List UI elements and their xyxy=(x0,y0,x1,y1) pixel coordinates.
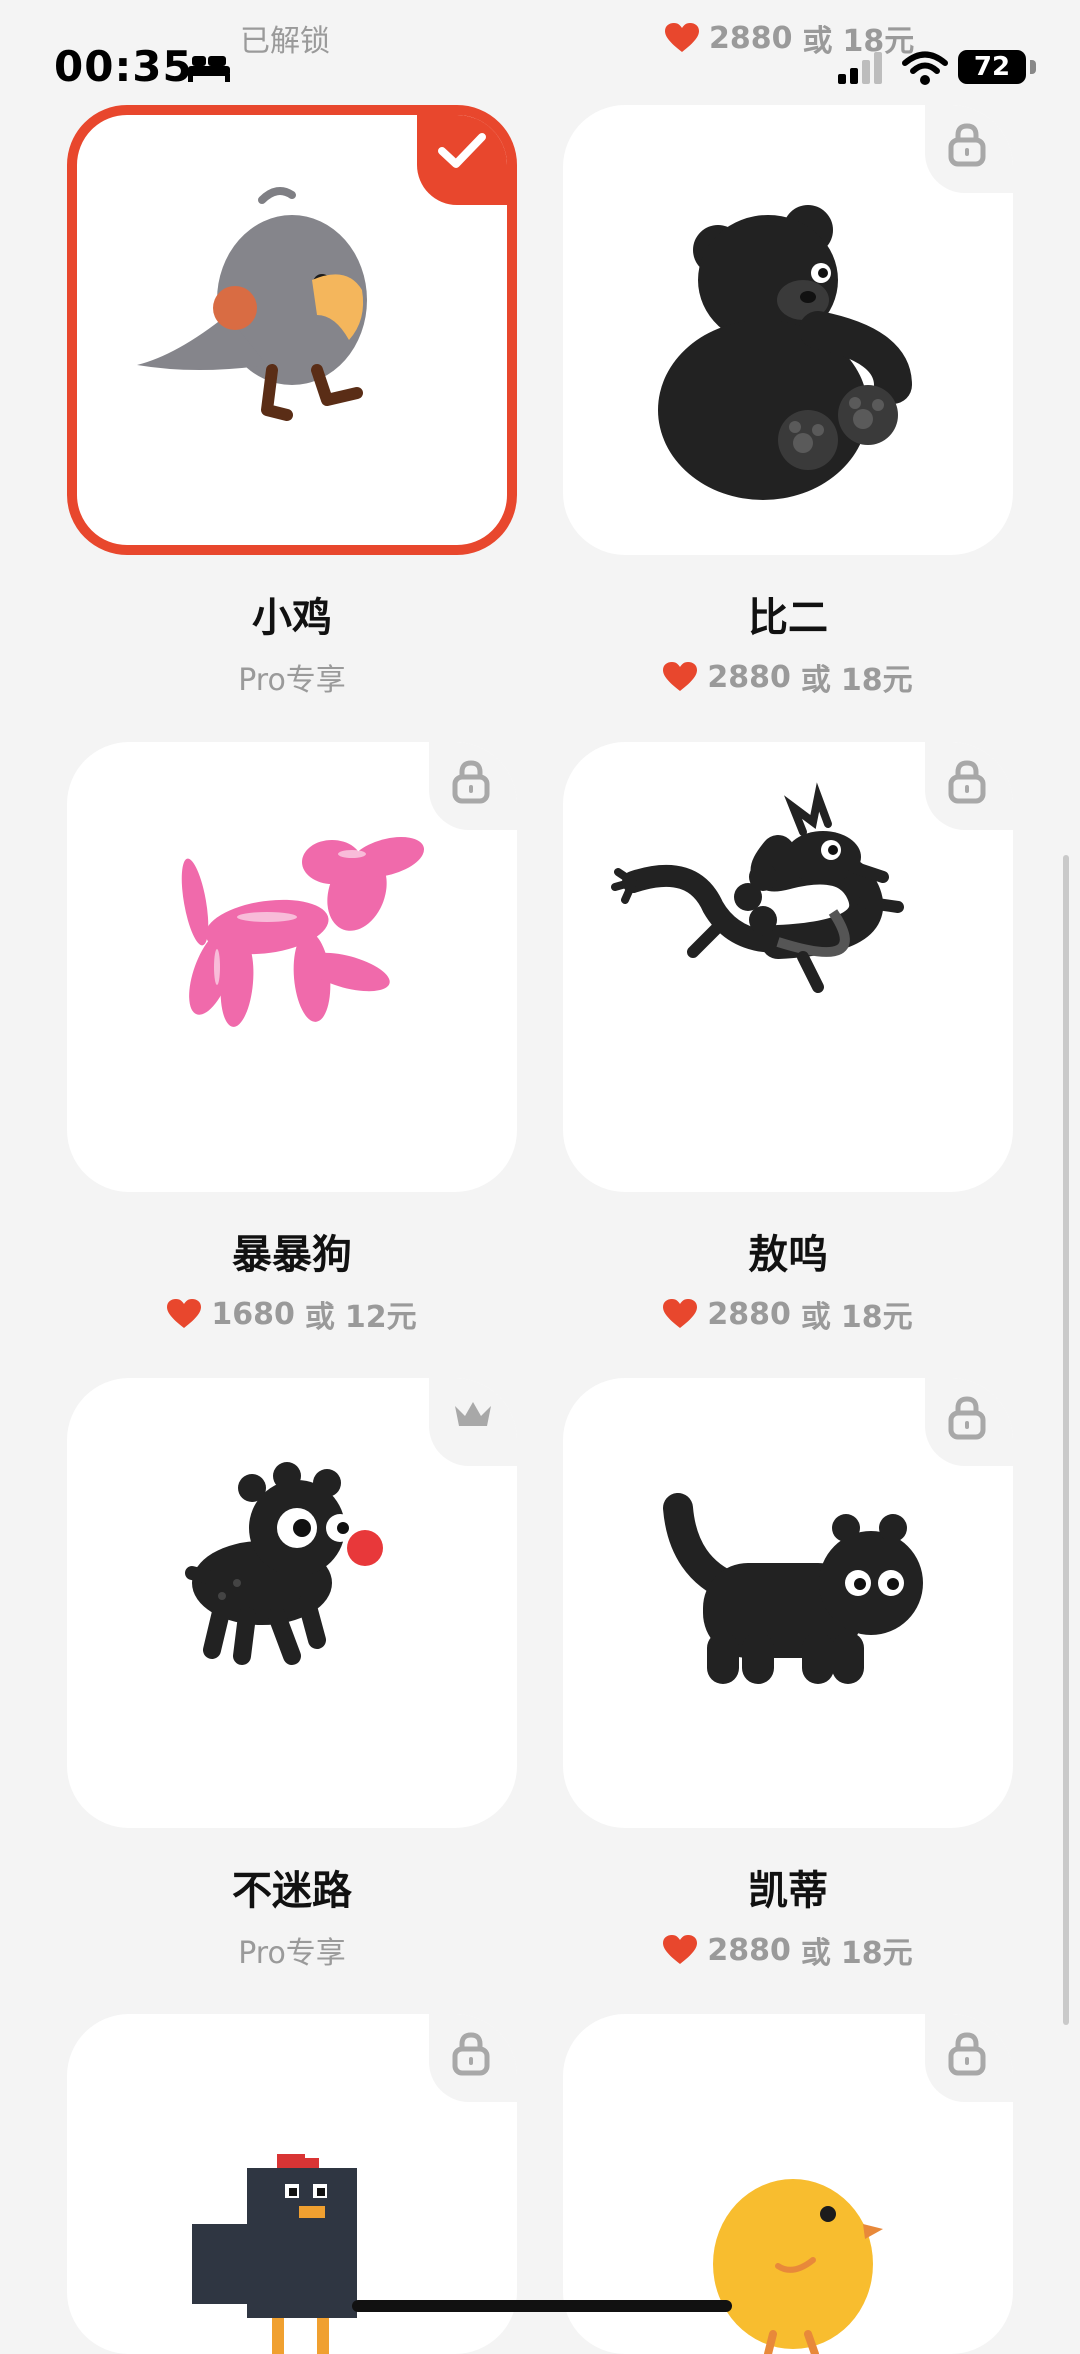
checkmark-icon xyxy=(438,133,486,168)
lock-icon xyxy=(948,760,986,804)
pet-name: 敖呜 xyxy=(748,1232,828,1278)
price-hearts: 2880 xyxy=(707,1932,791,1968)
price-or: 或 xyxy=(304,1300,335,1335)
lock-badge xyxy=(925,1378,1013,1466)
price-money: 18元 xyxy=(842,24,915,59)
pet-price: 2880 或 18元 xyxy=(563,1292,1013,1336)
pet-card-baobaogou[interactable] xyxy=(67,742,517,1192)
price-or: 或 xyxy=(800,663,831,698)
price-hearts: 2880 xyxy=(707,659,791,695)
battery-tip xyxy=(1030,60,1036,74)
top-row-left-sub: 已解锁 xyxy=(240,24,330,59)
pet-name: 暴暴狗 xyxy=(232,1232,352,1278)
lock-icon xyxy=(948,1396,986,1440)
heart-icon xyxy=(663,1299,698,1328)
pet-name: 不迷路 xyxy=(232,1868,352,1914)
top-row-right-price: 2880 或 18元 xyxy=(665,16,914,60)
lock-badge xyxy=(925,2014,1013,2102)
price-hearts: 2880 xyxy=(707,1296,791,1332)
price-money: 18元 xyxy=(840,1300,913,1335)
pet-name: 小鸡 xyxy=(252,595,332,641)
pet-card-bumilu[interactable] xyxy=(67,1378,517,1828)
pet-card-aowu[interactable] xyxy=(563,742,1013,1192)
price-or: 或 xyxy=(800,1936,831,1971)
heart-icon xyxy=(663,1935,698,1964)
price-or: 或 xyxy=(802,24,833,59)
bed-icon xyxy=(188,56,230,82)
pet-card-xiaoji[interactable] xyxy=(67,105,517,555)
pet-card-kaidi[interactable] xyxy=(563,1378,1013,1828)
pet-name: 凯蒂 xyxy=(748,1868,828,1914)
lock-badge xyxy=(429,2014,517,2102)
lock-badge xyxy=(925,742,1013,830)
scrollbar[interactable] xyxy=(1063,855,1069,2025)
price-money: 18元 xyxy=(840,1936,913,1971)
lock-icon xyxy=(452,2032,490,2076)
lock-icon xyxy=(948,123,986,167)
selected-badge xyxy=(417,115,507,205)
battery-indicator: 72 xyxy=(958,50,1026,84)
heart-icon xyxy=(663,662,698,691)
lock-icon xyxy=(948,2032,986,2076)
pet-card-bier[interactable] xyxy=(563,105,1013,555)
price-money: 12元 xyxy=(344,1300,417,1335)
pro-label: Pro专享 xyxy=(238,1936,346,1971)
pet-price: 2880 或 18元 xyxy=(563,655,1013,699)
pro-badge xyxy=(429,1378,517,1466)
crown-icon xyxy=(455,1402,491,1426)
price-or: 或 xyxy=(800,1300,831,1335)
status-time: 00:35 xyxy=(54,42,193,91)
heart-icon xyxy=(167,1299,202,1328)
price-hearts: 2880 xyxy=(709,20,793,56)
lock-icon xyxy=(452,760,490,804)
pet-name: 比二 xyxy=(748,595,828,641)
lock-badge xyxy=(429,742,517,830)
pet-price: 2880 或 18元 xyxy=(563,1928,1013,1972)
price-hearts: 1680 xyxy=(211,1296,295,1332)
lock-badge xyxy=(925,105,1013,193)
home-indicator[interactable] xyxy=(352,2300,732,2312)
heart-icon xyxy=(665,23,699,52)
pro-label: Pro专享 xyxy=(238,663,346,698)
price-money: 18元 xyxy=(840,663,913,698)
pet-price: 1680 或 12元 xyxy=(67,1292,517,1336)
